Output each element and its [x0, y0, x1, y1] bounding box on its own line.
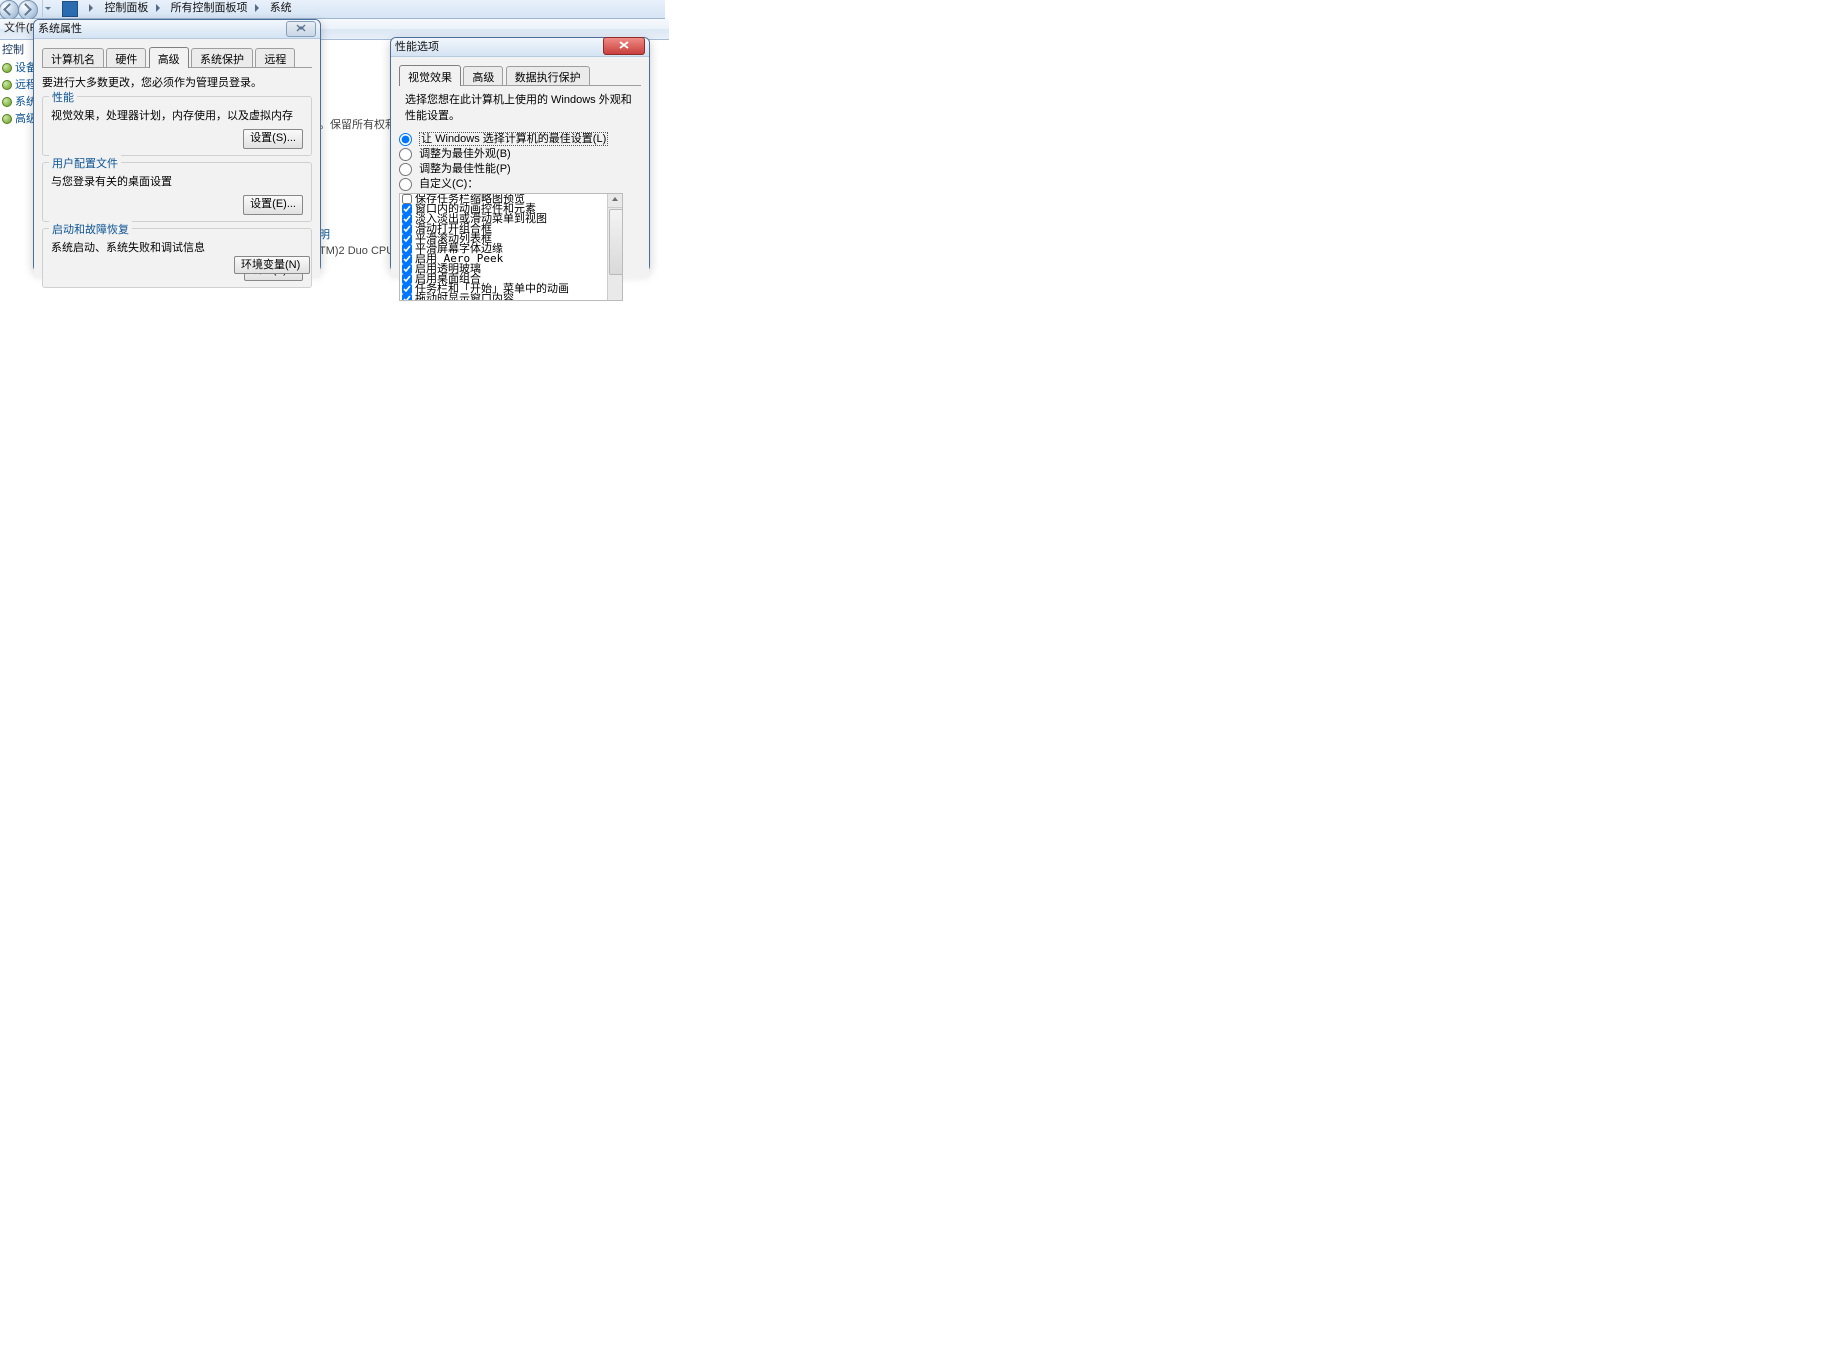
tab-remote[interactable]: 远程 [255, 48, 295, 68]
startup-recovery-text: 系统启动、系统失败和调试信息 [51, 239, 303, 255]
performance-options-title: 性能选项 [395, 41, 439, 53]
checkbox-input[interactable] [402, 274, 412, 284]
performance-legend: 性能 [49, 89, 77, 105]
radio-input[interactable] [399, 133, 412, 146]
sidebar-item[interactable]: 设备 [0, 60, 33, 77]
user-profile-text: 与您登录有关的桌面设置 [51, 173, 303, 189]
radio-label-best-look: 调整为最佳外观(B) [419, 148, 511, 160]
radio-input[interactable] [399, 163, 412, 176]
scroll-up-button[interactable] [608, 194, 622, 208]
checkbox-input[interactable] [402, 244, 412, 254]
behind-text-cpu: TM)2 Duo CPU [319, 245, 394, 257]
bullet-icon [2, 80, 12, 90]
checkbox-input[interactable] [402, 194, 412, 204]
performance-group: 性能 视觉效果，处理器计划，内存使用，以及虚拟内存 设置(S)... [42, 96, 312, 156]
tab-visual-effects[interactable]: 视觉效果 [399, 65, 461, 86]
visual-effects-note: 选择您想在此计算机上使用的 Windows 外观和性能设置。 [405, 92, 639, 124]
checkbox-input[interactable] [402, 204, 412, 214]
scrollbar[interactable] [607, 194, 622, 300]
performance-options-tabs: 视觉效果 高级 数据执行保护 [399, 65, 641, 85]
back-button[interactable] [0, 0, 19, 20]
sidebar-item[interactable]: 远程 [0, 77, 33, 94]
checkbox-input[interactable] [402, 284, 412, 294]
bullet-icon [2, 97, 12, 107]
explorer-sidebar: 控制 设备 远程 系统 高级 [0, 40, 33, 160]
checklist-item[interactable]: 拖动时显示窗口内容 [400, 294, 622, 301]
system-properties-tabs: 计算机名 硬件 高级 系统保护 远程 [42, 47, 312, 67]
tab-computer-name[interactable]: 计算机名 [42, 48, 104, 68]
forward-button[interactable] [18, 0, 38, 20]
nav-history-dropdown[interactable] [42, 0, 53, 17]
tab-system-protection[interactable]: 系统保护 [191, 48, 253, 68]
system-properties-title: 系统属性 [38, 23, 82, 35]
visual-effects-checklist[interactable]: 保存任务栏缩略图预览窗口内的动画控件和元素淡入淡出或滑动菜单到视图滑动打开组合框… [399, 193, 623, 301]
radio-label-custom: 自定义(C)： [419, 178, 478, 190]
breadcrumb[interactable]: 控制面板 所有控制面板项 系统 [85, 0, 291, 17]
admin-note: 要进行大多数更改，您必须作为管理员登录。 [42, 74, 312, 90]
user-profile-settings-button[interactable]: 设置(E)... [243, 195, 303, 215]
control-panel-icon [62, 1, 78, 17]
environment-variables-button[interactable]: 环境变量(N) [234, 256, 310, 274]
scrollbar-thumb[interactable] [609, 209, 623, 275]
close-button[interactable] [603, 37, 645, 55]
tab-dep[interactable]: 数据执行保护 [506, 66, 590, 86]
close-button[interactable] [286, 21, 316, 37]
sidebar-item[interactable]: 高级 [0, 111, 33, 128]
checklist-label: 拖动时显示窗口内容 [415, 292, 514, 301]
checkbox-input[interactable] [402, 294, 412, 301]
sidebar-item[interactable]: 系统 [0, 94, 33, 111]
performance-options-titlebar[interactable]: 性能选项 [391, 38, 649, 57]
checkbox-input[interactable] [402, 264, 412, 274]
performance-options-dialog: 性能选项 视觉效果 高级 数据执行保护 选择您想在此计算机上使用的 Window… [390, 37, 650, 272]
radio-best-appearance[interactable]: 调整为最佳外观(B) [399, 147, 641, 161]
checkbox-input[interactable] [402, 254, 412, 264]
explorer-nav-bar: 控制面板 所有控制面板项 系统 [0, 0, 665, 19]
breadcrumb-all-items[interactable]: 所有控制面板项 [171, 2, 248, 14]
tab-advanced-perf[interactable]: 高级 [463, 66, 503, 86]
radio-label-best-perf: 调整为最佳性能(P) [419, 163, 511, 175]
radio-custom[interactable]: 自定义(C)： [399, 177, 641, 191]
user-profile-group: 用户配置文件 与您登录有关的桌面设置 设置(E)... [42, 162, 312, 222]
radio-input[interactable] [399, 178, 412, 191]
bullet-icon [2, 63, 12, 73]
checkbox-input[interactable] [402, 224, 412, 234]
performance-text: 视觉效果，处理器计划，内存使用，以及虚拟内存 [51, 107, 303, 123]
checkbox-input[interactable] [402, 214, 412, 224]
performance-settings-button[interactable]: 设置(S)... [243, 129, 303, 149]
startup-recovery-legend: 启动和故障恢复 [49, 221, 132, 237]
bullet-icon [2, 114, 12, 124]
radio-input[interactable] [399, 148, 412, 161]
radio-best-performance[interactable]: 调整为最佳性能(P) [399, 162, 641, 176]
tab-advanced[interactable]: 高级 [149, 47, 189, 68]
breadcrumb-control-panel[interactable]: 控制面板 [104, 2, 148, 14]
system-properties-dialog: 系统属性 计算机名 硬件 高级 系统保护 远程 要进行大多数更改，您必须作为管理… [33, 19, 321, 272]
sidebar-heading: 控制 [0, 40, 33, 60]
checkbox-input[interactable] [402, 234, 412, 244]
breadcrumb-system[interactable]: 系统 [270, 2, 292, 14]
radio-let-windows-choose[interactable]: 让 Windows 选择计算机的最佳设置(L) [399, 132, 641, 146]
system-properties-titlebar[interactable]: 系统属性 [34, 20, 320, 39]
user-profile-legend: 用户配置文件 [49, 155, 121, 171]
tab-hardware[interactable]: 硬件 [106, 48, 146, 68]
radio-label-auto: 让 Windows 选择计算机的最佳设置(L) [419, 132, 608, 146]
